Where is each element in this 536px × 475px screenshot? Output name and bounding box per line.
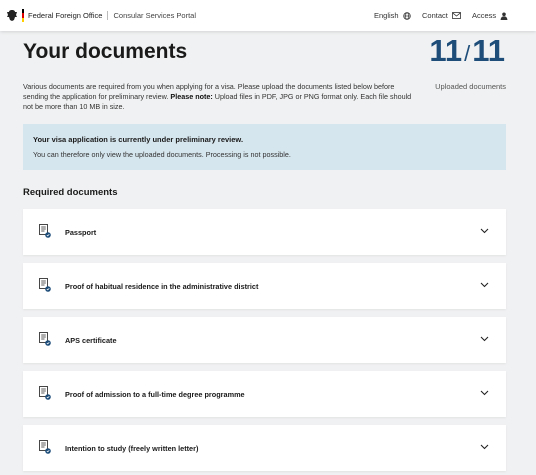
required-documents-heading: Required documents <box>23 187 118 198</box>
review-notice: Your visa application is currently under… <box>23 124 506 170</box>
document-row-aps-certificate[interactable]: APS certificate <box>23 317 506 363</box>
flag-icon <box>22 9 24 22</box>
document-label: Proof of admission to a full-time degree… <box>65 389 245 399</box>
top-bar: Federal Foreign Office Consular Services… <box>0 0 536 31</box>
notice-body: You can therefore only view the uploaded… <box>33 150 291 159</box>
chevron-down-icon[interactable] <box>480 390 489 396</box>
chevron-down-icon[interactable] <box>480 282 489 288</box>
document-row-intention-to-study[interactable]: Intention to study (freely written lette… <box>23 425 506 471</box>
language-switch[interactable]: English <box>374 0 411 31</box>
document-check-icon <box>39 386 51 400</box>
document-row-passport[interactable]: Passport <box>23 209 506 255</box>
total-count: 11 <box>472 33 505 68</box>
access-label: Access <box>472 11 497 20</box>
eagle-icon <box>7 10 17 21</box>
document-row-proof-of-admission[interactable]: Proof of admission to a full-time degree… <box>23 371 506 417</box>
document-label: Passport <box>65 227 97 237</box>
chevron-down-icon[interactable] <box>480 444 489 450</box>
intro-note-label: Please note: <box>170 92 213 101</box>
uploaded-count: 11 <box>429 33 463 68</box>
contact-link[interactable]: Contact <box>422 0 461 31</box>
access-link[interactable]: Access <box>472 0 508 31</box>
person-icon <box>500 12 508 20</box>
chevron-down-icon[interactable] <box>480 336 489 342</box>
language-label: English <box>374 11 399 20</box>
document-check-icon <box>39 278 51 292</box>
document-label: APS certificate <box>65 335 117 345</box>
document-row-proof-of-residence[interactable]: Proof of habitual residence in the admin… <box>23 263 506 309</box>
intro-text: Various documents are required from you … <box>23 82 418 112</box>
uploaded-documents-label: Uploaded documents <box>435 82 506 91</box>
brand-subtitle: Consular Services Portal <box>113 11 197 20</box>
page-title: Your documents <box>23 40 188 63</box>
brand-divider <box>107 11 109 20</box>
brand-logo[interactable]: Federal Foreign Office Consular Services… <box>6 9 196 22</box>
globe-icon <box>402 11 411 20</box>
chevron-down-icon[interactable] <box>480 228 489 234</box>
counter-slash: / <box>464 41 471 66</box>
notice-title: Your visa application is currently under… <box>33 135 244 144</box>
upload-counter: 11 / 11 <box>429 34 505 71</box>
brand-name: Federal Foreign Office <box>28 11 103 20</box>
document-label: Proof of habitual residence in the admin… <box>65 281 259 291</box>
document-check-icon <box>39 440 51 454</box>
document-check-icon <box>39 224 51 238</box>
document-label: Intention to study (freely written lette… <box>65 443 199 453</box>
contact-label: Contact <box>422 11 448 20</box>
mail-icon <box>451 12 461 19</box>
document-check-icon <box>39 332 51 346</box>
